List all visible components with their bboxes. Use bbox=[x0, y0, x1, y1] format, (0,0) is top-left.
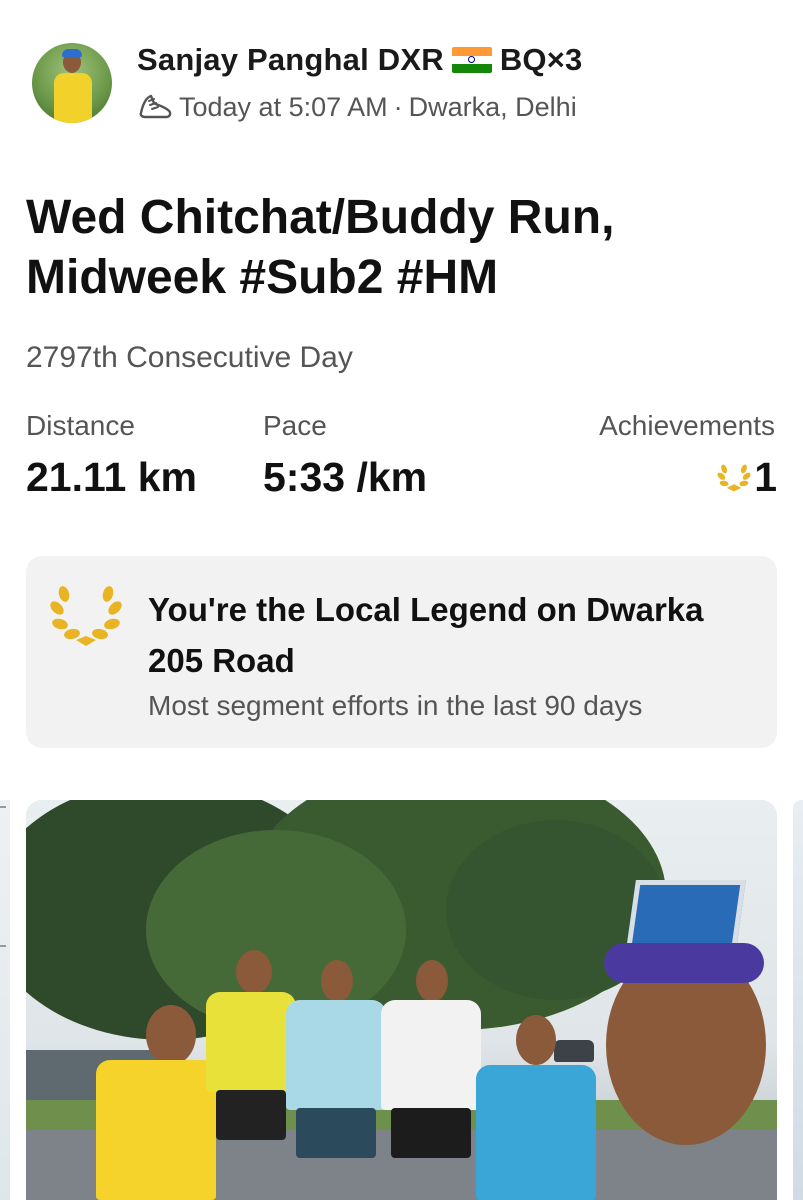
activity-subtitle: 2797th Consecutive Day bbox=[26, 341, 353, 374]
achievements-label: Achievements bbox=[599, 410, 775, 441]
achievements-count: 1 bbox=[754, 454, 777, 500]
meta-separator: · bbox=[393, 92, 403, 122]
laurel-wreath-icon bbox=[50, 586, 122, 646]
local-legend-title: You're the Local Legend on Dwarka 205 Ro… bbox=[148, 591, 704, 679]
local-legend-card[interactable]: You're the Local Legend on Dwarka 205 Ro… bbox=[26, 556, 777, 748]
activity-meta: Today at 5:07 AM · Dwarka, Delhi bbox=[137, 92, 577, 123]
activity-photo[interactable] bbox=[26, 800, 777, 1200]
achievements-value[interactable]: 1 bbox=[716, 454, 777, 501]
athlete-name-text: Sanjay Panghal DXR bbox=[137, 42, 444, 77]
distance-label: Distance bbox=[26, 410, 135, 441]
athlete-name-suffix: BQ×3 bbox=[499, 42, 583, 77]
next-photo-peek[interactable] bbox=[793, 800, 803, 1200]
pace-value: 5:33 /km bbox=[263, 454, 428, 500]
athlete-name[interactable]: Sanjay Panghal DXR BQ×3 bbox=[137, 42, 582, 78]
avatar[interactable] bbox=[32, 43, 112, 123]
pace-label: Pace bbox=[263, 410, 327, 441]
activity-location: Dwarka, Delhi bbox=[408, 92, 577, 122]
india-flag-icon bbox=[451, 47, 492, 73]
activity-title[interactable]: Wed Chitchat/Buddy Run, Midweek #Sub2 #H… bbox=[26, 188, 786, 308]
local-legend-subtitle: Most segment efforts in the last 90 days bbox=[148, 690, 643, 721]
running-shoe-icon bbox=[139, 94, 172, 118]
activity-time: Today at 5:07 AM bbox=[179, 92, 388, 122]
activity-page: Sanjay Panghal DXR BQ×3 Today at 5:07 AM… bbox=[0, 0, 803, 1200]
map-preview-peek[interactable] bbox=[0, 800, 10, 1200]
laurel-wreath-icon bbox=[717, 464, 751, 491]
distance-value: 21.11 km bbox=[26, 454, 197, 500]
